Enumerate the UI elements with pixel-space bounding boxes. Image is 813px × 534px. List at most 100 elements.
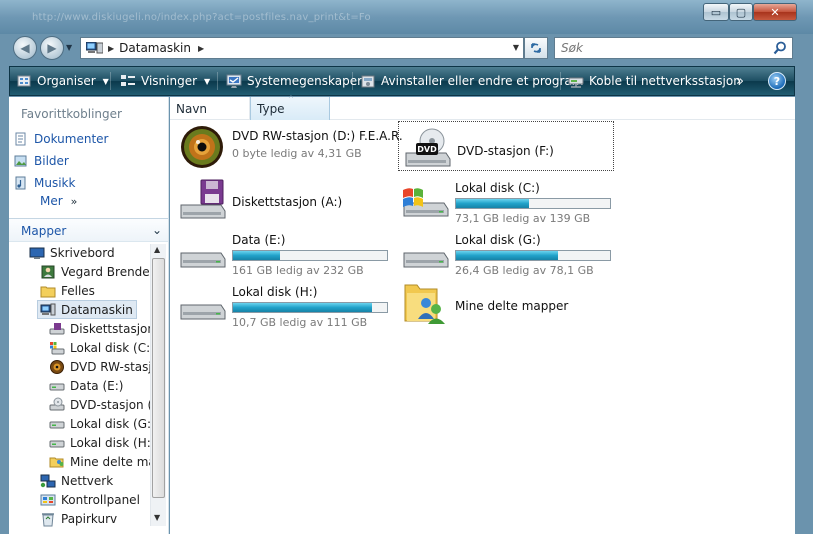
window-title-ghost: http://www.diskiugeli.no/index.php?act=p… [32, 12, 371, 23]
uninstall-program-button[interactable]: Avinstaller eller endre et program [360, 67, 583, 95]
documents-icon [15, 132, 26, 146]
shared-folders-item[interactable]: Mine delte mapper [397, 277, 613, 327]
favorite-documents[interactable]: Dokumenter [13, 129, 108, 149]
hard-drive-icon [180, 304, 226, 320]
minimize-button[interactable]: ▭ [703, 3, 729, 21]
tree-item-lokal-disk-h[interactable]: Lokal disk (H:) [49, 433, 155, 452]
recent-pages-chevron-icon[interactable]: ▼ [66, 43, 72, 52]
system-properties-button[interactable]: Systemegenskaper [226, 67, 362, 95]
organize-button[interactable]: Organiser ▼ [16, 67, 109, 95]
drive-usage-bar [232, 250, 388, 261]
tree-item-label: Felles [61, 283, 95, 298]
scrollbar-thumb[interactable] [152, 258, 165, 498]
drive-floppy-a[interactable]: Diskettstasjon (A:) [174, 173, 390, 223]
hard-drive-icon [49, 421, 65, 428]
user-folder-icon [41, 265, 55, 278]
shared-folders-icon [49, 457, 64, 467]
views-button[interactable]: Visninger ▼ [120, 67, 210, 95]
tree-item-label: Datamaskin [61, 302, 133, 317]
hard-drive-icon [180, 252, 226, 268]
back-button[interactable]: ◀ [13, 36, 37, 60]
organize-label: Organiser [37, 74, 96, 88]
maximize-button[interactable]: ▢ [729, 3, 753, 21]
forward-button[interactable]: ▶ [40, 36, 64, 60]
system-properties-icon [226, 74, 242, 88]
tree-item-papirkurv[interactable]: Papirkurv [40, 509, 117, 528]
folders-header[interactable]: Mapper ⌄ [9, 218, 168, 242]
drive-data-e[interactable]: Data (E:) 161 GB ledig av 232 GB [174, 225, 390, 277]
drive-usage-bar [455, 250, 611, 261]
tree-item-label: Lokal disk (H:) [70, 435, 156, 450]
tree-item-lokal-disk-g[interactable]: Lokal disk (G:) [49, 414, 156, 433]
chevron-down-icon: ▼ [102, 76, 109, 86]
column-header-label: Navn [176, 101, 208, 116]
views-icon [121, 75, 135, 86]
column-header-type[interactable]: ^ Type [250, 95, 330, 120]
drive-usage-bar [232, 302, 388, 313]
tree-item-data-e[interactable]: Data (E:) [49, 376, 123, 395]
breadcrumb-datamaskin[interactable]: Datamaskin [119, 41, 191, 55]
recycle-bin-icon [42, 512, 54, 526]
tree-item-diskettstasjon[interactable]: Diskettstasjon [49, 319, 155, 338]
more-favorites-link[interactable]: Mer » [40, 194, 77, 208]
tree-item-datamaskin[interactable]: Datamaskin [37, 300, 137, 319]
tree-scrollbar[interactable]: ▲ ▼ [150, 244, 166, 526]
drive-free-space: 161 GB ledig av 232 GB [232, 264, 364, 277]
favorite-music[interactable]: Musikk [13, 173, 75, 193]
desktop-icon [29, 247, 45, 259]
search-box[interactable] [554, 37, 793, 59]
scroll-up-icon[interactable]: ▲ [154, 245, 160, 254]
drive-free-space: 73,1 GB ledig av 139 GB [455, 212, 591, 225]
tree-item-mine-delte-mapper[interactable]: Mine delte ma [49, 452, 156, 471]
hard-drive-icon [403, 252, 449, 268]
tree-item-dvd-f[interactable]: DVD-stasjon (F [49, 395, 159, 414]
command-toolbar: Organiser ▼ Visninger ▼ Systemegenskaper… [9, 66, 795, 96]
more-commands-button[interactable]: » [736, 67, 744, 95]
scroll-down-icon[interactable]: ▼ [154, 513, 160, 522]
views-label: Visninger [141, 74, 198, 88]
tree-item-nettverk[interactable]: Nettverk [40, 471, 113, 490]
column-header-label: Type [257, 101, 285, 116]
address-bar[interactable]: ▶ Datamaskin ▶ ▼ [80, 37, 524, 59]
refresh-button[interactable] [524, 37, 548, 59]
chevron-down-icon: ▼ [204, 76, 211, 86]
close-button[interactable]: ✕ [753, 3, 797, 21]
search-icon[interactable] [773, 41, 787, 55]
drive-dvd-f[interactable]: DVD DVD-stasjon (F:) [398, 121, 614, 171]
drive-lokal-disk-h[interactable]: Lokal disk (H:) 10,7 GB ledig av 111 GB [174, 277, 390, 329]
dvd-drive-icon: DVD [405, 128, 451, 167]
address-dropdown-icon[interactable]: ▼ [513, 43, 519, 52]
music-icon [15, 176, 26, 190]
uninstall-program-label: Avinstaller eller endre et program [381, 74, 584, 88]
floppy-drive-icon [180, 179, 226, 219]
windows-drive-icon [50, 341, 65, 354]
navigation-bar: ◀ ▶ ▼ ▶ Datamaskin ▶ ▼ [0, 34, 813, 62]
uninstall-icon [361, 75, 375, 88]
tree-item-dvd-rw[interactable]: DVD RW-stasjo [49, 357, 159, 376]
drive-lokal-disk-g[interactable]: Lokal disk (G:) 26,4 GB ledig av 78,1 GB [397, 225, 613, 277]
drive-name: Lokal disk (H:) [232, 285, 318, 299]
tree-item-label: Diskettstasjon [70, 321, 155, 336]
help-button[interactable]: ? [768, 72, 786, 90]
drive-dvd-rw-d[interactable]: DVD RW-stasjon (D:) F.E.A.R. 0 byte ledi… [174, 121, 403, 171]
map-network-drive-button[interactable]: Koble til nettverksstasjon [568, 67, 741, 95]
breadcrumb-separator-icon[interactable]: ▶ [108, 44, 114, 53]
tree-item-skrivebord[interactable]: Skrivebord [29, 243, 115, 262]
drive-free-space: 10,7 GB ledig av 111 GB [232, 316, 368, 329]
toolbar-divider [217, 72, 218, 90]
column-header-navn[interactable]: Navn [170, 97, 250, 120]
tree-item-lokal-disk-c[interactable]: Lokal disk (C:) [49, 338, 155, 357]
tree-item-vegard-brenden[interactable]: Vegard Brenden [40, 262, 157, 281]
breadcrumb-separator-icon[interactable]: ▶ [198, 44, 204, 53]
tree-item-label: Kontrollpanel [61, 492, 140, 507]
drive-lokal-disk-c[interactable]: Lokal disk (C:) 73,1 GB ledig av 139 GB [397, 173, 613, 225]
favorite-pictures[interactable]: Bilder [13, 151, 69, 171]
map-network-drive-label: Koble til nettverksstasjon [589, 74, 741, 88]
search-input[interactable] [561, 38, 761, 58]
tree-item-label: Skrivebord [50, 245, 115, 260]
organize-icon [17, 75, 31, 87]
tree-item-kontrollpanel[interactable]: Kontrollpanel [40, 490, 140, 509]
tree-item-felles[interactable]: Felles [40, 281, 95, 300]
refresh-icon [531, 43, 541, 53]
svg-text:DVD: DVD [417, 145, 437, 154]
